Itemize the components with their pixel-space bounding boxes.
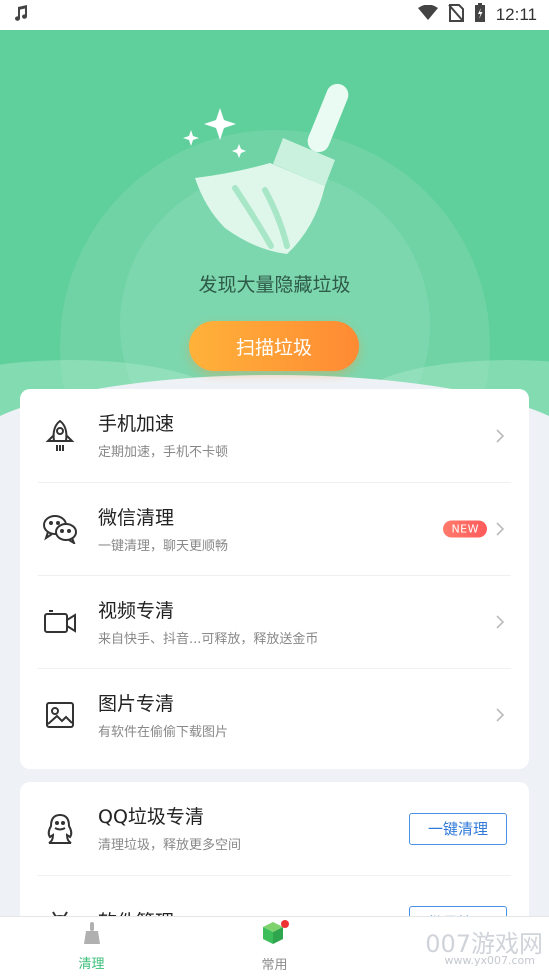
hero-tagline: 发现大量隐藏垃圾	[198, 274, 351, 296]
list-item-subtitle: 来自快手、抖音...可释放，释放送金币	[98, 631, 319, 647]
battery-icon	[474, 3, 486, 27]
wifi-icon	[417, 4, 438, 25]
list-item-qq-clean[interactable]: QQ垃圾专清 清理垃圾，释放更多空间 一键清理	[38, 782, 511, 875]
features-card: 手机加速 定期加速，手机不卡顿 微信清理 一键清理，聊天更顺畅 NEW 视频专清…	[20, 389, 529, 769]
list-item-title: 微信清理	[98, 506, 175, 529]
one-click-clean-button[interactable]: 一键清理	[409, 812, 507, 845]
qq-penguin-icon	[40, 809, 80, 849]
list-item-subtitle: 一键清理，聊天更顺畅	[98, 538, 229, 554]
scan-junk-button[interactable]: 扫描垃圾	[189, 321, 359, 371]
list-item-subtitle: 清理垃圾，释放更多空间	[98, 838, 242, 853]
watermark-url: www.yx007.com	[444, 954, 535, 967]
list-item-title: 图片专清	[98, 692, 175, 715]
tab-common[interactable]: 常用	[183, 917, 366, 976]
cube-icon	[261, 920, 289, 950]
tab-clean[interactable]: 清理	[0, 917, 183, 976]
list-item-title: QQ垃圾专清	[98, 806, 204, 828]
chevron-right-icon	[496, 428, 505, 443]
no-sim-icon	[447, 4, 464, 26]
list-item-subtitle: 定期加速，手机不卡顿	[98, 445, 229, 460]
broom-illustration-icon	[183, 83, 349, 254]
tab-label: 清理	[78, 957, 105, 972]
status-bar: 12:11	[0, 0, 549, 30]
tab-label: 常用	[261, 958, 288, 973]
list-item-wechat-clean[interactable]: 微信清理 一键清理，聊天更顺畅 NEW	[38, 482, 511, 575]
chevron-right-icon	[496, 708, 505, 722]
list-item-subtitle: 有软件在偷偷下载图片	[98, 724, 229, 740]
wechat-icon	[40, 509, 80, 549]
broom-icon	[80, 921, 104, 949]
chevron-right-icon	[496, 615, 505, 629]
status-time: 12:11	[495, 5, 537, 24]
image-icon	[40, 695, 80, 735]
list-item-image-clean[interactable]: 图片专清 有软件在偷偷下载图片	[38, 668, 511, 761]
list-item-title: 视频专清	[98, 599, 175, 622]
tools-card: QQ垃圾专清 清理垃圾，释放更多空间 一键清理 软件管理 批量管理	[20, 782, 529, 932]
hero-banner: 发现大量隐藏垃圾 扫描垃圾	[0, 30, 549, 450]
list-item-phone-speedup[interactable]: 手机加速 定期加速，手机不卡顿	[38, 389, 511, 482]
chevron-right-icon	[496, 522, 505, 536]
list-item-video-clean[interactable]: 视频专清 来自快手、抖音...可释放，释放送金币	[38, 575, 511, 668]
rocket-icon	[40, 416, 80, 456]
music-note-icon	[12, 4, 30, 26]
new-badge: NEW	[443, 520, 487, 538]
video-camera-icon	[40, 602, 80, 642]
list-item-title: 手机加速	[98, 413, 175, 435]
